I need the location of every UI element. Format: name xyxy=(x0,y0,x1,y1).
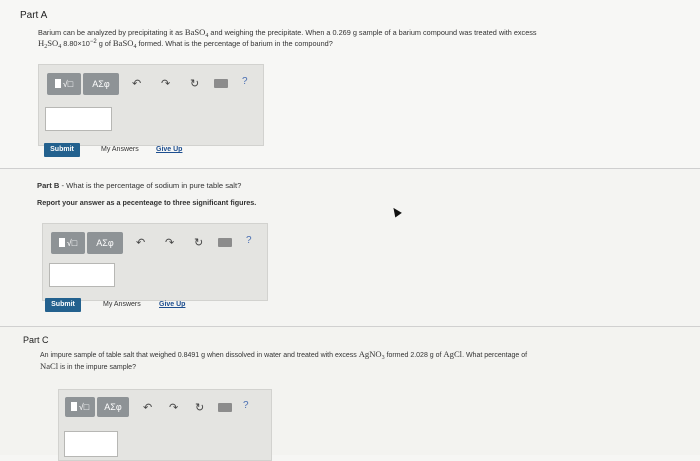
redo-icon[interactable]: ↷ xyxy=(165,236,174,250)
part-a-section: Part A Barium can be analyzed by precipi… xyxy=(0,0,700,168)
help-icon[interactable]: ? xyxy=(246,235,252,246)
help-icon[interactable]: ? xyxy=(243,400,249,411)
undo-icon[interactable]: ↶ xyxy=(136,236,145,250)
part-a-give-up-link[interactable]: Give Up xyxy=(156,146,182,153)
help-icon[interactable]: ? xyxy=(242,76,248,87)
part-c-section: Part C An impure sample of table salt th… xyxy=(0,326,700,461)
part-a-title: Part A xyxy=(20,10,48,21)
nacl-formula: NaCl xyxy=(40,361,59,371)
part-c-answer-input[interactable] xyxy=(64,431,118,457)
part-a-answer-editor: √□ ΑΣφ ↶ ↷ ↻ ? xyxy=(38,64,264,146)
part-a-question: Barium can be analyzed by precipitating … xyxy=(38,27,537,50)
part-b-toolbar: √□ ΑΣφ ↶ ↷ ↻ ? xyxy=(51,232,252,254)
template-square-icon xyxy=(70,402,77,411)
greek-symbols-button[interactable]: ΑΣφ xyxy=(97,397,129,417)
redo-icon[interactable]: ↷ xyxy=(169,401,178,415)
baso4-formula: BaSO4 xyxy=(184,27,209,39)
undo-icon[interactable]: ↶ xyxy=(143,401,152,415)
part-c-question: An impure sample of table salt that weig… xyxy=(40,349,528,371)
part-a-answer-input[interactable] xyxy=(45,107,112,131)
agcl-formula: AgCl xyxy=(443,349,463,359)
template-square-icon xyxy=(58,238,65,247)
templates-button[interactable]: √□ xyxy=(51,232,85,254)
reset-icon[interactable]: ↻ xyxy=(195,401,204,415)
greek-symbols-button[interactable]: ΑΣφ xyxy=(83,73,119,95)
part-b-give-up-link[interactable]: Give Up xyxy=(159,301,185,308)
part-b-instruction: Report your answer as a pecenteage to th… xyxy=(37,198,257,207)
reset-icon[interactable]: ↻ xyxy=(194,236,203,250)
part-c-title: Part C xyxy=(23,335,49,345)
h2so4-formula: H2SO4 xyxy=(38,38,62,50)
templates-button[interactable]: √□ xyxy=(65,397,95,417)
greek-symbols-button[interactable]: ΑΣφ xyxy=(87,232,123,254)
redo-icon[interactable]: ↷ xyxy=(161,77,170,91)
keyboard-icon[interactable] xyxy=(218,238,232,247)
reset-icon[interactable]: ↻ xyxy=(190,77,199,91)
part-a-submit-button[interactable]: Submit xyxy=(44,143,80,157)
part-a-my-answers-link[interactable]: My Answers xyxy=(101,146,139,153)
part-a-toolbar: √□ ΑΣφ ↶ ↷ ↻ ? xyxy=(47,73,248,95)
part-b-section: Part B - What is the percentage of sodiu… xyxy=(0,168,700,327)
templates-button[interactable]: √□ xyxy=(47,73,81,95)
part-b-answer-editor: √□ ΑΣφ ↶ ↷ ↻ ? xyxy=(42,223,268,301)
undo-icon[interactable]: ↶ xyxy=(132,77,141,91)
part-c-toolbar: √□ ΑΣφ ↶ ↷ ↻ ? xyxy=(65,397,265,419)
part-b-my-answers-link[interactable]: My Answers xyxy=(103,301,141,308)
part-b-answer-input[interactable] xyxy=(49,263,115,287)
part-b-title: Part B - What is the percentage of sodiu… xyxy=(37,181,242,190)
part-b-submit-button[interactable]: Submit xyxy=(45,298,81,312)
template-square-icon xyxy=(54,79,61,88)
agno3-formula: AgNO3 xyxy=(358,349,385,361)
keyboard-icon[interactable] xyxy=(218,403,232,412)
keyboard-icon[interactable] xyxy=(214,79,228,88)
